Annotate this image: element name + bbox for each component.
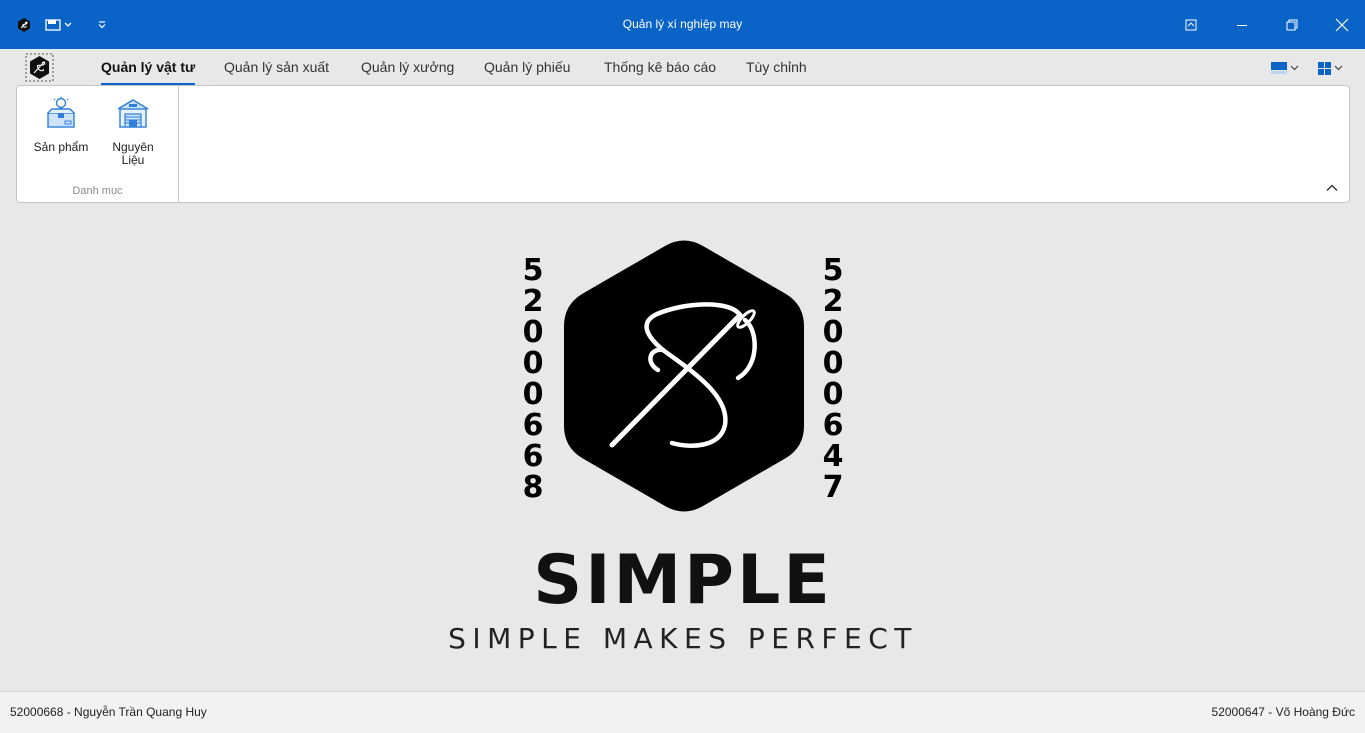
ribbon-display-options-icon[interactable] <box>1167 0 1215 49</box>
ribbon-panel: Sản phẩm Nguyên Liệu Danh mục <box>16 85 1350 203</box>
left-digit: 5 <box>523 253 544 288</box>
tab-quan-ly-xuong[interactable]: Quản lý xưởng <box>361 59 454 75</box>
left-digit: 2 <box>523 284 544 319</box>
left-digit: 8 <box>523 470 544 505</box>
tab-tuy-chinh[interactable]: Tùy chỉnh <box>746 59 807 75</box>
warehouse-icon <box>117 99 149 128</box>
collapse-ribbon-icon[interactable] <box>1325 180 1339 191</box>
brand-logo: 5 2 0 0 0 6 6 8 5 2 0 0 0 6 4 7 SIMPLE S… <box>440 230 930 660</box>
window-title: Quản lý xí nghiệp may <box>622 17 743 31</box>
close-icon[interactable] <box>1318 0 1365 49</box>
tab-quan-ly-phieu[interactable]: Quản lý phiếu <box>484 59 570 75</box>
san-pham-button[interactable]: Sản phẩm <box>31 96 91 154</box>
san-pham-label: Sản phẩm <box>33 140 89 154</box>
right-digit: 0 <box>823 315 844 350</box>
status-left-text: 52000668 - Nguyễn Trần Quang Huy <box>10 705 207 719</box>
status-right-text: 52000647 - Võ Hoàng Đức <box>1211 705 1355 719</box>
layout-icon[interactable] <box>1318 59 1343 77</box>
right-digit: 2 <box>823 284 844 319</box>
left-digit: 6 <box>523 408 544 443</box>
ribbon-group-danh-muc: Sản phẩm Nguyên Liệu Danh mục <box>17 86 179 202</box>
group-label-danh-muc: Danh mục <box>72 185 123 197</box>
status-bar: 52000668 - Nguyễn Trần Quang Huy 5200064… <box>0 691 1365 733</box>
wordmark: SIMPLE <box>533 541 833 620</box>
nguyen-lieu-label-line2: Liệu <box>121 153 145 167</box>
tab-thong-ke-bao-cao[interactable]: Thống kê báo cáo <box>604 59 716 75</box>
right-digit: 6 <box>823 408 844 443</box>
left-digit: 6 <box>523 439 544 474</box>
left-digit: 0 <box>523 377 544 412</box>
app-menu-logo-icon[interactable] <box>25 53 54 82</box>
right-digit: 5 <box>823 253 844 288</box>
hexagon-emblem <box>564 240 804 512</box>
right-digit: 0 <box>823 346 844 381</box>
right-digit: 0 <box>823 377 844 412</box>
tagline: SIMPLE MAKES PERFECT <box>448 622 918 655</box>
ribbon-tab-strip: Quản lý vật tư Quản lý sản xuất Quản lý … <box>0 49 1365 86</box>
restore-icon[interactable] <box>1268 0 1316 49</box>
left-digit: 0 <box>523 315 544 350</box>
right-digit: 7 <box>823 470 844 505</box>
tab-quan-ly-san-xuat[interactable]: Quản lý sản xuất <box>224 59 329 75</box>
nguyen-lieu-button[interactable]: Nguyên Liệu <box>103 96 163 167</box>
left-digit: 0 <box>523 346 544 381</box>
right-digit: 4 <box>823 439 844 474</box>
product-box-icon <box>47 96 75 128</box>
title-bar: Quản lý xí nghiệp may <box>0 0 1365 49</box>
tab-quan-ly-vat-tu[interactable]: Quản lý vật tư <box>101 59 196 86</box>
color-theme-icon[interactable] <box>1271 59 1299 77</box>
minimize-icon[interactable] <box>1218 0 1266 49</box>
